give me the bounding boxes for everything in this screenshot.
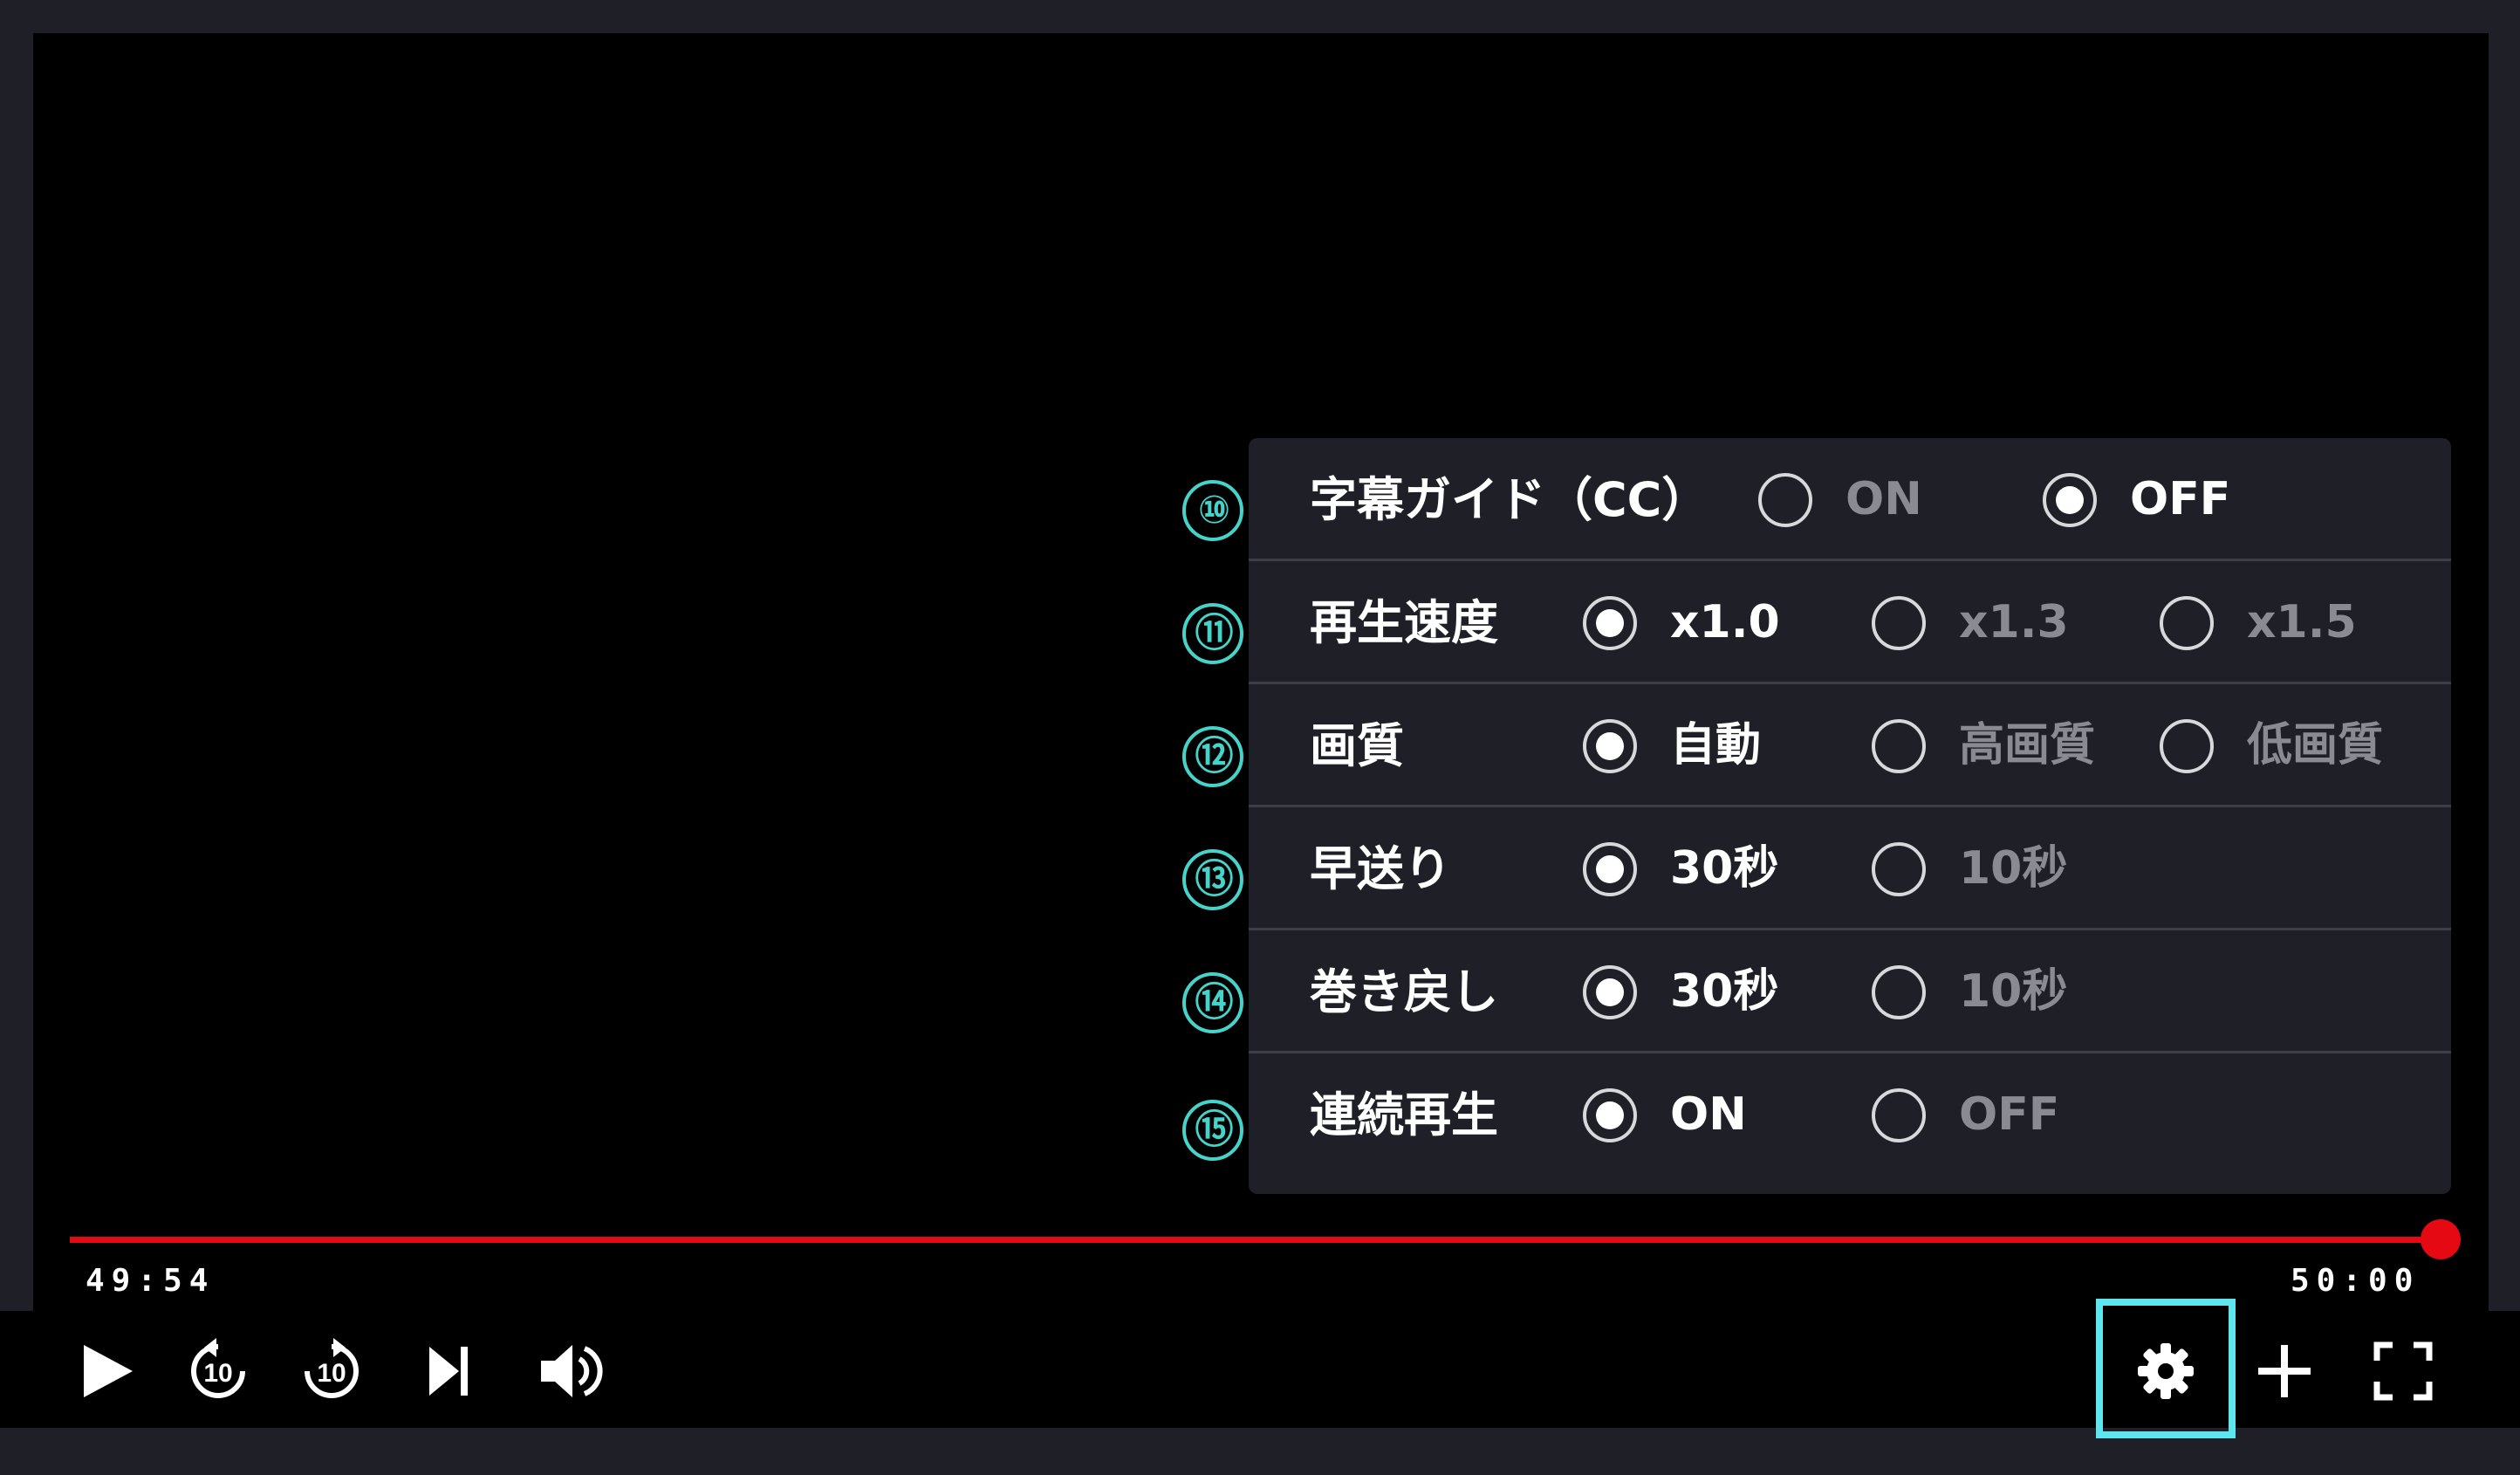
settings-highlight-box — [2096, 1299, 2236, 1438]
progress-thumb[interactable] — [2420, 1219, 2461, 1259]
radio-button[interactable] — [2160, 719, 2214, 773]
radio-button[interactable] — [1583, 719, 1637, 773]
option-label: 高画質 — [1959, 719, 2096, 772]
play-button[interactable] — [72, 1336, 141, 1406]
settings-row-label: 連続再生 — [1310, 1087, 1498, 1142]
settings-row-quality: 画質 自動 高画質 低画質 — [1249, 684, 2451, 807]
settings-row-label: 巻き戻し — [1310, 964, 1498, 1019]
next-episode-button[interactable] — [412, 1336, 482, 1406]
option-label: ON — [1845, 473, 1922, 525]
radio-button[interactable] — [1583, 1088, 1637, 1142]
fullscreen-icon — [2373, 1341, 2433, 1401]
radio-button[interactable] — [2043, 473, 2097, 527]
radio-button[interactable] — [1758, 473, 1812, 527]
radio-button[interactable] — [1872, 719, 1926, 773]
forward-10-icon: 10 — [305, 1338, 359, 1398]
volume-button[interactable] — [538, 1336, 607, 1406]
option-label: 自動 — [1670, 719, 1762, 772]
player-frame: 字幕ガイド（CC） ON OFF 再生速度 x1.0 x1.3 x1.5 画質 … — [0, 0, 2520, 1475]
settings-row-label: 字幕ガイド（CC） — [1310, 472, 1709, 527]
radio-button[interactable] — [1872, 842, 1926, 896]
option-label: 10秒 — [1959, 965, 2068, 1018]
settings-row-rewind: 巻き戻し 30秒 10秒 — [1249, 930, 2451, 1053]
rewind-10-button[interactable]: 10 — [183, 1336, 253, 1406]
next-episode-icon — [429, 1347, 468, 1396]
settings-panel: 字幕ガイド（CC） ON OFF 再生速度 x1.0 x1.3 x1.5 画質 … — [1249, 438, 2451, 1194]
duration-time: 50:00 — [2291, 1263, 2421, 1299]
add-to-list-button[interactable] — [2250, 1336, 2319, 1406]
settings-row-label: 再生速度 — [1310, 595, 1498, 650]
option-label: 低画質 — [2247, 719, 2384, 772]
radio-button[interactable] — [1583, 596, 1637, 650]
option-label: 30秒 — [1670, 842, 1779, 895]
radio-button[interactable] — [1872, 1088, 1926, 1142]
progress-bar[interactable] — [70, 1237, 2445, 1243]
settings-row-cc: 字幕ガイド（CC） ON OFF — [1249, 438, 2451, 561]
volume-icon — [541, 1345, 603, 1397]
plus-icon — [2258, 1345, 2311, 1397]
option-label: x1.5 — [2247, 596, 2357, 648]
fullscreen-button[interactable] — [2368, 1336, 2438, 1406]
option-label: ON — [1670, 1088, 1747, 1141]
radio-button[interactable] — [1872, 965, 1926, 1019]
settings-row-label: 早送り — [1310, 841, 1451, 896]
settings-row-autoplay: 連続再生 ON OFF — [1249, 1053, 2451, 1177]
annotation-badge: ⑩ — [1182, 480, 1243, 541]
option-label: OFF — [2130, 473, 2231, 525]
forward-10-button[interactable]: 10 — [297, 1336, 366, 1406]
current-time: 49:54 — [86, 1263, 216, 1299]
option-label: x1.3 — [1959, 596, 2069, 648]
rewind-10-icon: 10 — [191, 1338, 245, 1398]
annotation-badge: ⑭ — [1182, 972, 1243, 1033]
option-label: 10秒 — [1959, 842, 2068, 895]
option-label: 30秒 — [1670, 965, 1779, 1018]
settings-row-label: 画質 — [1310, 718, 1404, 773]
forward-seconds: 10 — [317, 1359, 346, 1388]
rewind-seconds: 10 — [203, 1359, 232, 1388]
option-label: OFF — [1959, 1088, 2060, 1141]
settings-row-speed: 再生速度 x1.0 x1.3 x1.5 — [1249, 561, 2451, 684]
settings-row-fast-forward: 早送り 30秒 10秒 — [1249, 807, 2451, 930]
radio-button[interactable] — [2160, 596, 2214, 650]
annotation-badge: ⑪ — [1182, 603, 1243, 664]
option-label: x1.0 — [1670, 596, 1780, 648]
radio-button[interactable] — [1583, 842, 1637, 896]
radio-button[interactable] — [1583, 965, 1637, 1019]
radio-button[interactable] — [1872, 596, 1926, 650]
annotation-badge: ⑫ — [1182, 726, 1243, 787]
annotation-badge: ⑬ — [1182, 849, 1243, 910]
play-icon — [84, 1345, 133, 1397]
annotation-badge: ⑮ — [1182, 1100, 1243, 1161]
